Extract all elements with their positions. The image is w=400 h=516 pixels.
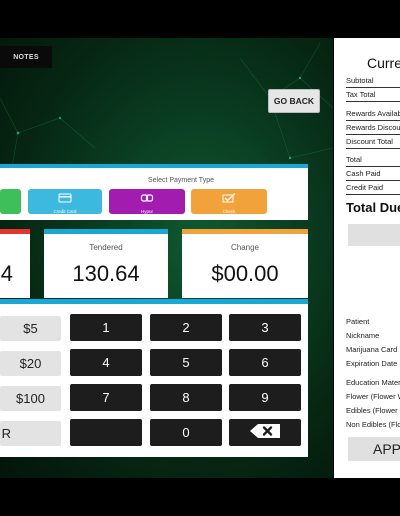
key-blank[interactable] xyxy=(70,419,142,446)
divider xyxy=(346,166,400,167)
key-1[interactable]: 1 xyxy=(70,314,142,341)
tendered-label: Tendered xyxy=(89,243,123,252)
nickname-label: Nickname xyxy=(346,331,380,340)
key-4[interactable]: 4 xyxy=(70,349,142,376)
payment-type-hypur-label: Hypur xyxy=(140,208,153,214)
payment-type-check-label: Check xyxy=(222,208,236,214)
key-9[interactable]: 9 xyxy=(229,384,301,411)
payment-type-check[interactable]: Check xyxy=(191,189,267,214)
summary-title: Curre xyxy=(367,55,400,71)
quick-amount-5[interactable]: $5 xyxy=(0,316,61,341)
credit-card-icon xyxy=(58,190,72,208)
tab-notes[interactable]: NOTES xyxy=(0,46,52,68)
key-backspace[interactable] xyxy=(229,419,301,446)
flower-limit-label: Flower (Flower W xyxy=(346,392,400,401)
top-bar xyxy=(0,0,400,38)
cash-paid-label: Cash Paid xyxy=(346,169,381,178)
tendered-card: Tendered 130.64 xyxy=(44,229,168,298)
change-value: $00.00 xyxy=(211,261,279,286)
key-3[interactable]: 3 xyxy=(229,314,301,341)
subtotal-label: Subtotal xyxy=(346,76,374,85)
order-summary-panel: Curre Subtotal Tax Total Rewards Availab… xyxy=(334,38,400,478)
divider xyxy=(346,87,400,88)
quick-amount-20[interactable]: $20 xyxy=(0,351,61,376)
tax-total-label: Tax Total xyxy=(346,90,376,99)
rewards-discount-label: Rewards Discou xyxy=(346,123,400,132)
key-8[interactable]: 8 xyxy=(150,384,222,411)
change-card: Change $00.00 xyxy=(182,229,308,298)
go-back-button[interactable]: GO BACK xyxy=(268,89,320,113)
key-2[interactable]: 2 xyxy=(150,314,222,341)
divider xyxy=(346,101,400,102)
education-materials-label: Education Mater xyxy=(346,378,400,387)
payment-type-credit-card[interactable]: Credit Card xyxy=(28,189,102,214)
edibles-limit-label: Edibles (Flower xyxy=(346,406,398,415)
payment-type-hypur[interactable]: Hypur xyxy=(109,189,185,214)
key-5[interactable]: 5 xyxy=(150,349,222,376)
total-due-label: Total Due xyxy=(346,200,400,215)
discount-total-label: Discount Total xyxy=(346,137,393,146)
keypad-panel: $5 $20 $100 R 1 2 3 4 5 6 7 8 9 0 xyxy=(0,299,308,457)
bottom-bar xyxy=(0,478,400,516)
payment-type-credit-card-label: Credit Card xyxy=(53,208,77,214)
clear-button[interactable]: R xyxy=(0,421,61,446)
summary-action-button[interactable] xyxy=(348,224,400,246)
tendered-value: 130.64 xyxy=(72,261,140,286)
total-label: Total xyxy=(346,155,362,164)
divider xyxy=(346,120,400,121)
expiration-date-label: Expiration Date xyxy=(346,359,398,368)
patient-label: Patient xyxy=(346,317,370,326)
divider xyxy=(346,134,400,135)
payment-type-title: Select Payment Type xyxy=(147,177,214,184)
amount-due-card: 4 xyxy=(0,229,30,298)
divider xyxy=(346,194,400,195)
divider xyxy=(346,148,400,149)
marijuana-card-label: Marijuana Card xyxy=(346,345,398,354)
key-0[interactable]: 0 xyxy=(150,419,222,446)
payment-type-card: Select Payment Type Credit Card Hypur Ch… xyxy=(0,164,308,220)
apply-button[interactable]: APP xyxy=(348,437,400,461)
amount-due-value: 4 xyxy=(0,261,13,286)
quick-amount-100[interactable]: $100 xyxy=(0,386,61,411)
check-icon xyxy=(222,190,236,208)
key-7[interactable]: 7 xyxy=(70,384,142,411)
key-6[interactable]: 6 xyxy=(229,349,301,376)
rewards-available-label: Rewards Availab xyxy=(346,109,400,118)
non-edibles-limit-label: Non Edibles (Flo xyxy=(346,420,400,429)
divider xyxy=(346,180,400,181)
backspace-icon xyxy=(249,423,281,442)
credit-paid-label: Credit Paid xyxy=(346,183,384,192)
payment-type-cash[interactable] xyxy=(0,189,21,214)
link-icon xyxy=(140,190,154,208)
change-label: Change xyxy=(230,243,260,252)
